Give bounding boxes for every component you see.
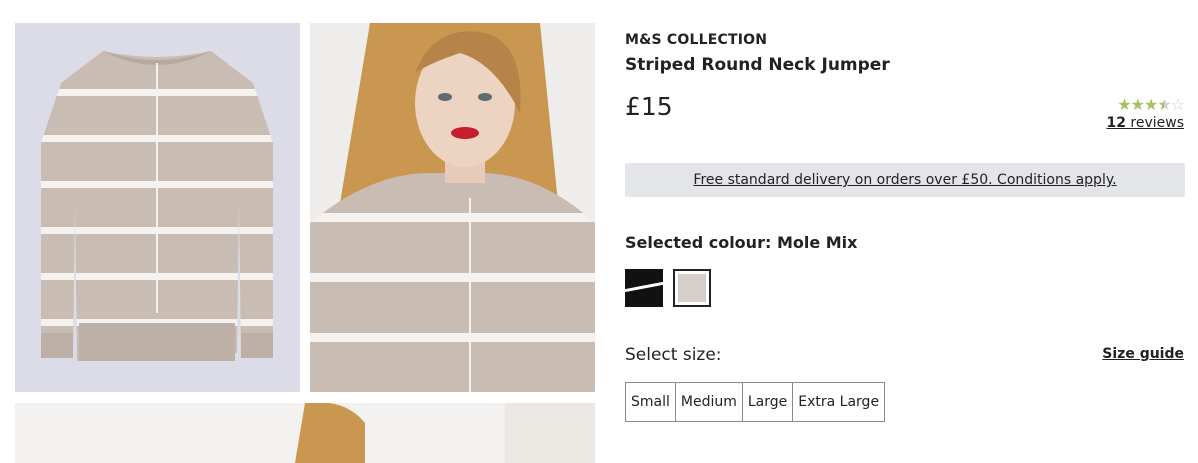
model-detail-image: [15, 403, 595, 463]
star-icon: ★: [1117, 95, 1131, 114]
size-options: Small Medium Large Extra Large: [625, 382, 886, 422]
product-image-detail[interactable]: [15, 403, 595, 463]
star-icon: ★: [1143, 95, 1158, 114]
brand-name: M&S COLLECTION: [625, 32, 768, 48]
size-guide-link[interactable]: Size guide: [1102, 346, 1184, 362]
colour-label: Selected colour:: [625, 233, 772, 252]
size-button-small[interactable]: Small: [625, 382, 676, 422]
reviews-word: reviews: [1130, 115, 1184, 131]
selected-colour-heading: Selected colour: Mole Mix: [625, 233, 857, 252]
size-button-medium[interactable]: Medium: [674, 382, 743, 422]
product-title: Striped Round Neck Jumper: [625, 55, 890, 75]
star-rating: ★★★★☆: [1106, 95, 1185, 114]
selected-colour-value: Mole Mix: [776, 233, 858, 252]
star-icon: ★: [1130, 95, 1145, 114]
select-size-label: Select size:: [625, 345, 722, 365]
delivery-banner[interactable]: Free standard delivery on orders over £5…: [625, 163, 1185, 197]
colour-swatches: [625, 269, 711, 307]
reviews-count: 12: [1106, 115, 1126, 131]
rating-summary: ★★★★☆ 12 reviews: [1106, 95, 1185, 132]
swatch-black[interactable]: [625, 269, 663, 307]
delivery-text[interactable]: Free standard delivery on orders over £5…: [693, 172, 1116, 188]
swatch-mole-mix-fill: [678, 274, 706, 302]
model-wearing-jumper-image: [310, 23, 595, 392]
product-image-flat[interactable]: [15, 23, 300, 392]
stripe-pattern-icon: [625, 269, 663, 307]
star-empty-icon: ☆: [1170, 95, 1185, 114]
jumper-flatlay-image: [41, 51, 273, 361]
reviews-link[interactable]: 12 reviews: [1106, 115, 1184, 131]
star-half-icon: ★: [1157, 95, 1171, 114]
size-button-large[interactable]: Large: [741, 382, 794, 422]
product-price: £15: [625, 92, 673, 121]
swatch-mole-mix[interactable]: [673, 269, 711, 307]
product-image-model[interactable]: [310, 23, 595, 392]
size-button-extra-large[interactable]: Extra Large: [792, 382, 886, 422]
